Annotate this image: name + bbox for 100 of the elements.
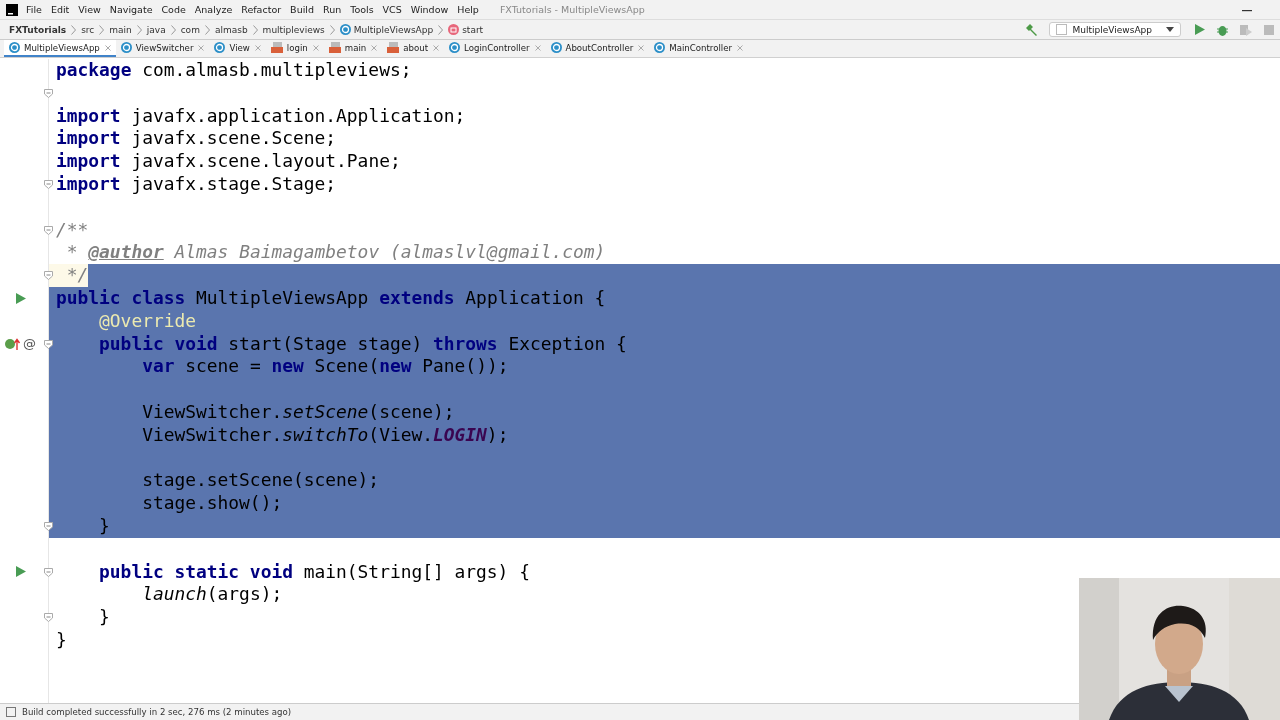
window-title: FXTutorials - MultipleViewsApp <box>499 4 645 15</box>
editor-tab[interactable]: main <box>323 40 383 57</box>
fxml-file-icon <box>328 42 341 53</box>
close-icon[interactable] <box>312 44 319 51</box>
dropdown-caret-icon <box>1166 27 1174 32</box>
app-icon <box>1055 24 1067 35</box>
close-icon[interactable] <box>534 44 541 51</box>
stop-icon[interactable] <box>1264 24 1274 35</box>
chevron-icon <box>170 24 176 35</box>
class-icon <box>339 24 351 35</box>
fold-icon[interactable] <box>44 339 53 349</box>
code-line: @Override <box>99 309 197 333</box>
breadcrumb[interactable]: multipleviews <box>262 24 325 35</box>
close-icon[interactable] <box>254 44 261 51</box>
code-line: public static void main(String[] args) { <box>99 560 530 584</box>
menu-item[interactable]: VCS <box>382 4 402 15</box>
app-logo-icon <box>6 3 18 16</box>
menu-item[interactable]: Navigate <box>109 4 153 15</box>
menu-item[interactable]: Tools <box>350 4 374 15</box>
class-icon <box>654 42 666 53</box>
code-line: ViewSwitcher.switchTo(View.LOGIN); <box>142 423 509 447</box>
close-icon[interactable] <box>433 44 440 51</box>
menu-item[interactable]: Build <box>290 4 314 15</box>
menu-item[interactable]: View <box>78 4 101 15</box>
code-line: public class MultipleViewsApp extends Application { <box>56 286 606 310</box>
menu-item[interactable]: Edit <box>50 4 70 15</box>
code-line: package com.almasb.multipleviews; <box>56 59 412 82</box>
breadcrumb[interactable]: main <box>109 24 132 35</box>
close-icon[interactable] <box>198 44 205 51</box>
annotation-icon[interactable]: @ <box>23 335 36 352</box>
close-icon[interactable] <box>638 44 645 51</box>
editor-tab[interactable]: ViewSwitcher <box>115 40 210 57</box>
close-icon[interactable] <box>737 44 743 51</box>
code-line: public void start(Stage stage) throws Exception { <box>99 332 627 356</box>
chevron-icon <box>136 24 142 35</box>
hammer-icon[interactable] <box>1024 23 1037 36</box>
run-icon[interactable] <box>16 292 26 304</box>
class-icon <box>120 42 132 53</box>
breadcrumb[interactable]: java <box>146 24 166 35</box>
code-line: /** <box>56 218 89 242</box>
fold-icon[interactable] <box>44 180 53 189</box>
code-line: ViewSwitcher.setScene(scene); <box>142 400 455 424</box>
class-icon <box>449 42 461 53</box>
code-line: stage.show(); <box>142 492 283 515</box>
code-line: } <box>99 606 110 629</box>
menu-item[interactable]: Run <box>322 4 342 15</box>
code-line: import javafx.stage.Stage; <box>56 173 337 196</box>
class-icon <box>550 42 562 53</box>
code-line: import javafx.scene.layout.Pane; <box>56 150 401 173</box>
status-message: Build completed successfully in 2 sec, 276 ms (2 minutes ago) <box>22 707 292 717</box>
breadcrumb[interactable]: src <box>81 24 95 35</box>
method-icon <box>448 24 460 35</box>
panel-toggle-icon[interactable] <box>6 707 16 717</box>
code-line: * @author Almas Baimagambetov (almaslvl@gmail.com) <box>65 241 606 265</box>
breadcrumb[interactable]: start <box>448 24 484 35</box>
fold-icon[interactable] <box>44 567 53 577</box>
editor-tab[interactable]: login <box>265 40 324 57</box>
editor-tab[interactable]: MultipleViewsApp <box>4 40 116 57</box>
fold-icon[interactable] <box>44 271 53 281</box>
menu-item[interactable]: Help <box>457 4 479 15</box>
close-icon[interactable] <box>371 44 378 51</box>
run-configuration-dropdown[interactable]: MultipleViewsApp <box>1048 22 1181 37</box>
bug-icon[interactable] <box>1217 23 1228 36</box>
fold-icon[interactable] <box>44 521 53 531</box>
breadcrumb[interactable]: MultipleViewsApp <box>339 24 434 35</box>
editor-tab[interactable]: MainController <box>649 40 748 57</box>
breadcrumb[interactable]: FXTutorials <box>9 24 67 35</box>
code-line: import javafx.scene.Scene; <box>56 127 337 151</box>
chevron-icon <box>438 24 444 35</box>
chevron-icon <box>252 24 258 35</box>
code-line: stage.setScene(scene); <box>142 469 380 493</box>
coverage-icon[interactable] <box>1240 23 1252 36</box>
code-line: */ <box>65 264 89 287</box>
fold-icon[interactable] <box>44 613 53 623</box>
editor-tab[interactable]: AboutController <box>545 40 650 57</box>
editor-tab[interactable]: LoginController <box>444 40 546 57</box>
fold-icon[interactable] <box>44 88 53 98</box>
editor-tab[interactable]: about <box>382 40 445 57</box>
run-icon[interactable] <box>16 566 26 578</box>
editor-tab[interactable]: View <box>209 40 266 57</box>
code-line: import javafx.application.Application; <box>56 104 466 128</box>
class-icon <box>9 42 20 53</box>
close-icon[interactable] <box>104 44 111 51</box>
chevron-icon <box>204 24 210 35</box>
code-line: var scene = new Scene(new Pane()); <box>142 355 509 379</box>
breadcrumb[interactable]: com <box>180 24 200 35</box>
chevron-icon <box>71 24 77 35</box>
chevron-icon <box>329 24 335 35</box>
class-icon <box>214 42 226 53</box>
code-line: } <box>99 514 110 538</box>
fold-icon[interactable] <box>44 225 53 235</box>
menu-item[interactable]: File <box>26 4 42 15</box>
menu-item[interactable]: Analyze <box>194 4 233 15</box>
menu-item[interactable]: Window <box>410 4 449 15</box>
breadcrumb[interactable]: almasb <box>214 24 248 35</box>
run-icon[interactable] <box>1195 24 1205 35</box>
code-line: launch(args); <box>142 583 283 607</box>
menu-item[interactable]: Refactor <box>241 4 282 15</box>
menu-item[interactable]: Code <box>161 4 186 15</box>
chevron-icon <box>99 24 105 35</box>
